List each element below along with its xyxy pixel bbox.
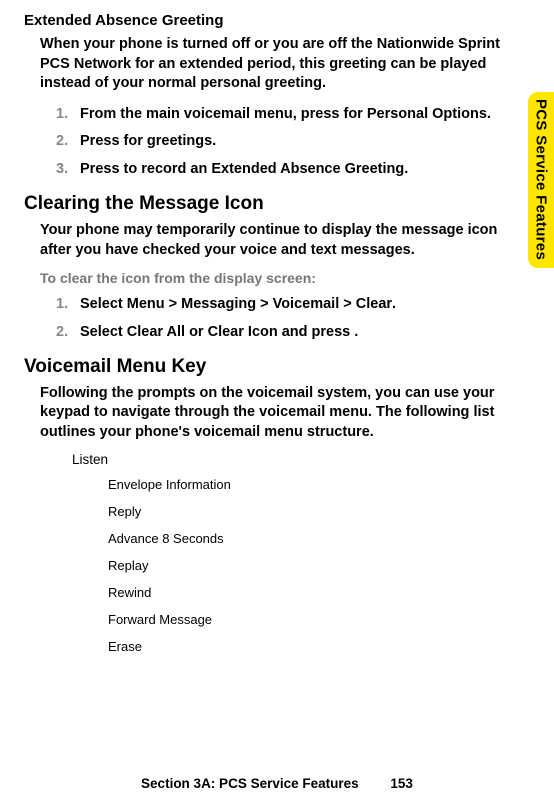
step-text: From the main voicemail menu, press for … [80, 104, 524, 126]
step-text: Select Menu > Messaging > Voicemail > Cl… [80, 294, 524, 316]
step-text: Press for greetings. [80, 131, 524, 153]
menu-label: Listen [72, 452, 108, 467]
step-text: Select Clear All or Clear Icon and press… [80, 322, 524, 344]
side-tab: PCS Service Features [528, 92, 554, 268]
para-extended-absence: When your phone is turned off or you are… [40, 35, 524, 94]
step-number: 1. [56, 104, 80, 126]
step: 1. Select Menu > Messaging > Voicemail >… [56, 294, 524, 316]
page-content: Extended Absence Greeting When your phon… [24, 12, 524, 654]
voicemail-submenu: Envelope Information Reply Advance 8 Sec… [108, 477, 524, 654]
side-tab-label: PCS Service Features [533, 99, 550, 260]
step: 2. Press for greetings. [56, 131, 524, 153]
step-number: 3. [56, 159, 80, 181]
submenu-item: Replay [108, 558, 524, 573]
step: 1. From the main voicemail menu, press f… [56, 104, 524, 126]
step-number: 1. [56, 294, 80, 316]
submenu-item: Envelope Information [108, 477, 524, 492]
page-footer: Section 3A: PCS Service Features 153 [0, 776, 554, 791]
para-voicemail-menu-key: Following the prompts on the voicemail s… [40, 384, 524, 443]
step: 2. Select Clear All or Clear Icon and pr… [56, 322, 524, 344]
submenu-item: Reply [108, 504, 524, 519]
page-number: 153 [390, 776, 413, 791]
heading-extended-absence: Extended Absence Greeting [24, 12, 524, 29]
lead-clear-icon: To clear the icon from the display scree… [40, 270, 524, 286]
step: 3. Press to record an Extended Absence G… [56, 159, 524, 181]
step-text: Press to record an Extended Absence Gree… [80, 159, 524, 181]
submenu-item: Erase [108, 639, 524, 654]
voicemail-menu: Listen Envelope Information Reply Advanc… [72, 452, 524, 654]
submenu-item: Advance 8 Seconds [108, 531, 524, 546]
submenu-item: Rewind [108, 585, 524, 600]
step-number: 2. [56, 131, 80, 153]
para-clearing-message-icon: Your phone may temporarily continue to d… [40, 221, 524, 260]
steps-extended-absence: 1. From the main voicemail menu, press f… [56, 104, 524, 181]
footer-section-label: Section 3A: PCS Service Features [141, 776, 359, 791]
submenu-item: Forward Message [108, 612, 524, 627]
menu-item-listen: Listen Envelope Information Reply Advanc… [72, 452, 524, 654]
heading-voicemail-menu-key: Voicemail Menu Key [24, 356, 524, 378]
steps-clear-icon: 1. Select Menu > Messaging > Voicemail >… [56, 294, 524, 344]
heading-clearing-message-icon: Clearing the Message Icon [24, 193, 524, 215]
step-number: 2. [56, 322, 80, 344]
